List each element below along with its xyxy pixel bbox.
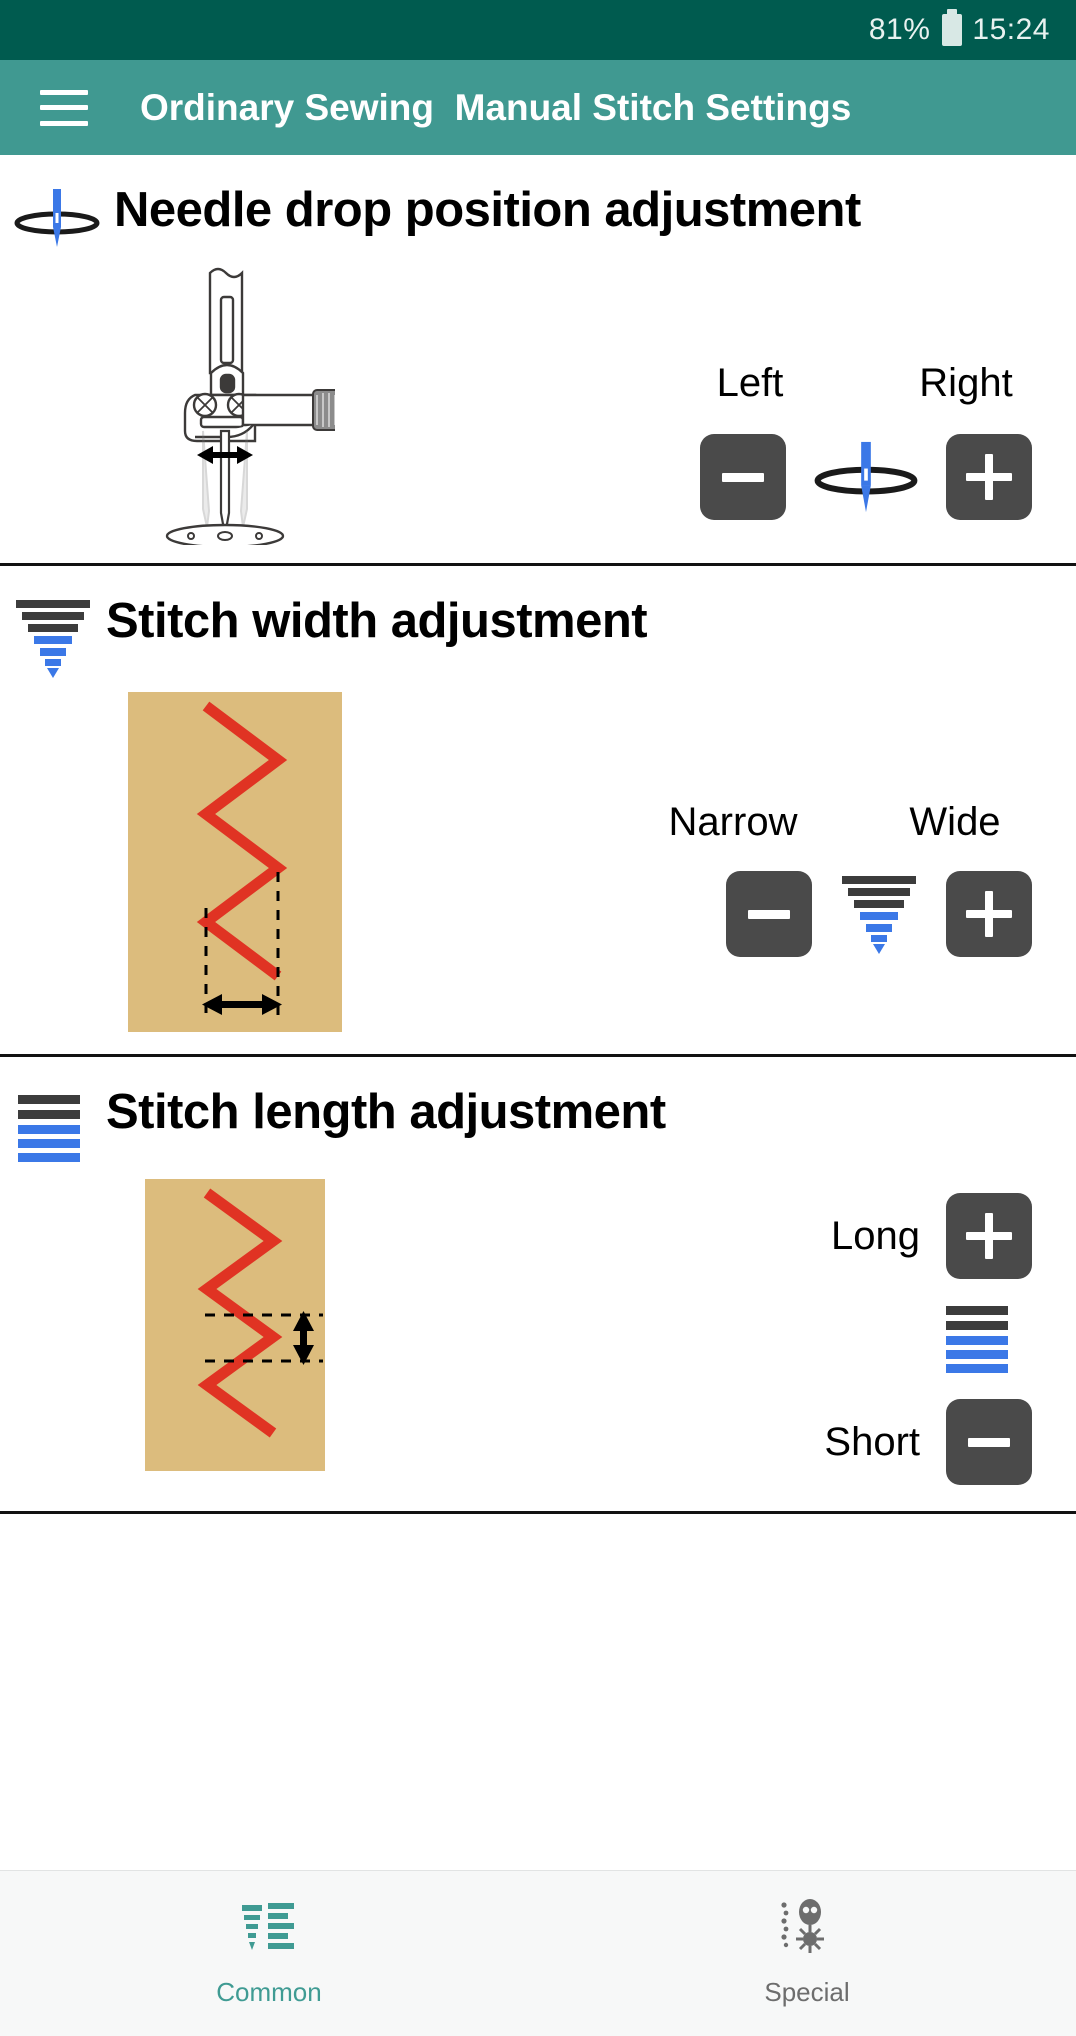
length-increase-button[interactable] (946, 1193, 1032, 1279)
needle-control-labels: Left Right (470, 361, 1032, 406)
thumbscrew (312, 389, 335, 431)
needle-right-button[interactable] (946, 434, 1032, 520)
wide-label: Wide (909, 800, 1001, 844)
minus-icon (722, 472, 764, 482)
stitch-width-funnel-icon (842, 876, 916, 954)
section-header: Needle drop position adjustment (0, 155, 1076, 249)
width-increase-button[interactable] (946, 871, 1032, 957)
section-header: Stitch length adjustment (0, 1057, 1076, 1163)
width-decrease-button[interactable] (726, 871, 812, 957)
section-needle-drop-position: Needle drop position adjustment Left Rig… (0, 155, 1076, 566)
stitch-width-funnel-icon (16, 600, 90, 678)
length-illustration-wrap (0, 1179, 470, 1471)
zigzag-length-diagram (145, 1179, 325, 1471)
section-stitch-width: Stitch width adjustment Narrow Wide (0, 566, 1076, 1057)
width-control-buttons (470, 871, 1032, 957)
zigzag-width-diagram (128, 692, 342, 1032)
needle-illustration-wrap (0, 249, 470, 545)
needle-control-buttons (470, 434, 1032, 520)
width-control-labels: Narrow Wide (470, 800, 1032, 845)
status-bar: 81% 15:24 (0, 0, 1076, 60)
clock-label: 15:24 (972, 13, 1050, 46)
special-stitches-icon (781, 1899, 824, 1953)
main-content: Needle drop position adjustment Left Rig… (0, 155, 1076, 1870)
left-label: Left (716, 361, 784, 405)
bottom-tab-bar: Common Special (0, 1870, 1076, 2036)
long-label: Long (831, 1213, 920, 1258)
section-title: Stitch width adjustment (106, 594, 648, 648)
app-bar: Ordinary Sewing Manual Stitch Settings (0, 60, 1076, 155)
tab-special-label: Special (764, 1977, 850, 2007)
plus-icon (966, 454, 1012, 500)
section-body: Left Right (0, 249, 1076, 563)
needle-controls: Left Right (470, 249, 1076, 520)
length-decrease-button[interactable] (946, 1399, 1032, 1485)
needle-clamp-diagram (165, 267, 335, 545)
stitch-length-bars-icon (18, 1095, 80, 1162)
needle-drop-icon (814, 441, 918, 513)
length-short-row: Short (824, 1399, 1032, 1485)
tab-common-label: Common (216, 1977, 322, 2007)
page-title: Ordinary Sewing Manual Stitch Settings (140, 86, 852, 128)
section-body: Narrow Wide (0, 678, 1076, 1054)
battery-percent-label: 81% (868, 13, 931, 46)
length-controls: Long Short (470, 1179, 1076, 1485)
tab-special[interactable]: Special (538, 1871, 1076, 2036)
section-title: Needle drop position adjustment (114, 183, 861, 237)
length-indicator-row (942, 1303, 1032, 1375)
width-illustration-wrap (0, 692, 470, 1032)
section-body: Long Short (0, 1163, 1076, 1511)
minus-icon (748, 909, 790, 919)
battery-icon (942, 9, 963, 46)
section-title: Stitch length adjustment (106, 1085, 666, 1139)
hamburger-menu-icon[interactable] (40, 89, 88, 126)
width-controls: Narrow Wide (470, 692, 1076, 957)
short-label: Short (824, 1419, 920, 1464)
section-header: Stitch width adjustment (0, 566, 1076, 678)
needle-left-button[interactable] (700, 434, 786, 520)
minus-icon (968, 1437, 1010, 1447)
stitch-length-bars-icon (946, 1306, 1008, 1373)
length-long-row: Long (831, 1193, 1032, 1279)
needle-plate (165, 523, 285, 545)
tab-common[interactable]: Common (0, 1871, 538, 2036)
right-label: Right (919, 361, 1013, 405)
common-stitches-icon (242, 1903, 294, 1950)
app-screen: 81% 15:24 Ordinary Sewing Manual Stitch … (0, 0, 1076, 2036)
plus-icon (966, 891, 1012, 937)
needle-drop-icon (14, 189, 100, 247)
plus-icon (966, 1213, 1012, 1259)
section-stitch-length: Stitch length adjustment Long Short (0, 1057, 1076, 1514)
narrow-label: Narrow (668, 800, 798, 844)
